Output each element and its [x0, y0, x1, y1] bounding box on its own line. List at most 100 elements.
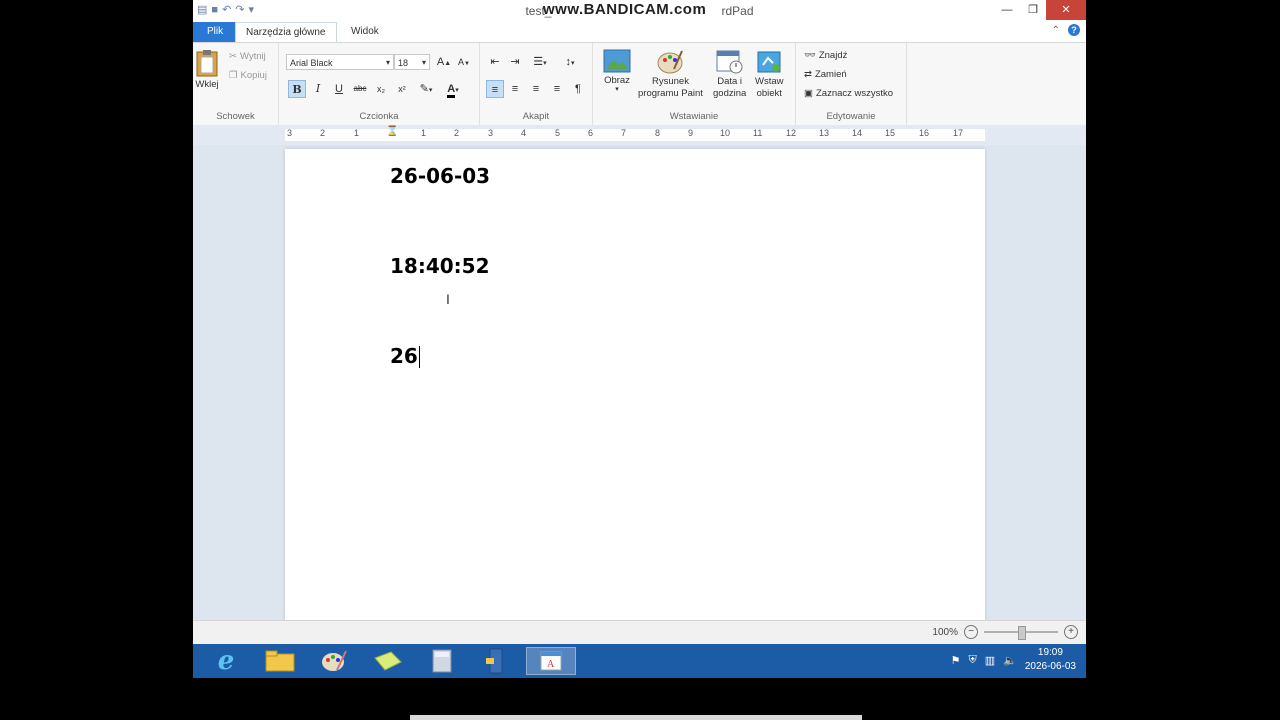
paste-button[interactable]: Wklej — [195, 49, 219, 90]
line-spacing-icon[interactable]: ↕▾ — [558, 53, 582, 71]
tab-view[interactable]: Widok — [341, 22, 389, 42]
binoculars-icon: 👓 — [804, 50, 816, 61]
video-progress-strip — [410, 715, 862, 720]
clipboard-group-label: Schowek — [216, 111, 255, 122]
zoom-level: 100% — [932, 626, 958, 638]
insert-picture-button[interactable]: Obraz ▾ — [603, 49, 631, 93]
ibeam-cursor-icon: I — [446, 291, 450, 307]
font-family-select[interactable]: Arial Black ▾ — [286, 54, 394, 70]
insert-object-button[interactable]: Wstaw obiekt — [755, 49, 784, 99]
bullets-icon[interactable]: ☰▾ — [528, 53, 552, 71]
insert-group: Obraz ▾ Rysunek programu Paint Data i go… — [593, 43, 796, 125]
chevron-down-icon: ▾ — [421, 58, 426, 67]
chevron-down-icon: ▾ — [615, 86, 619, 93]
help-icon[interactable]: ? — [1068, 24, 1080, 36]
grow-font-icon[interactable]: A▲ — [435, 53, 453, 71]
ruler-tick: 14 — [852, 128, 863, 138]
find-label: Znajdź — [818, 50, 848, 61]
highlight-color-icon[interactable]: ✎▾ — [414, 80, 438, 98]
zoom-slider[interactable] — [984, 626, 1058, 640]
find-button[interactable]: 👓 Znajdź — [804, 50, 847, 61]
taskbar: e A ⚑ ⛨ ▥ 🔈 19:09 2026-06-03 — [193, 644, 1086, 678]
align-right-icon[interactable]: ≡ — [527, 80, 545, 98]
replace-button[interactable]: ⇄ Zamień — [804, 69, 847, 80]
ruler-tick: 2 — [320, 128, 326, 138]
indent-marker-icon[interactable]: ⌛ — [386, 126, 398, 137]
system-tray: ⚑ ⛨ ▥ 🔈 19:09 2026-06-03 — [951, 646, 1076, 674]
sticky-notes-icon[interactable] — [363, 647, 413, 675]
insert-paint-drawing-button[interactable]: Rysunek programu Paint — [638, 49, 703, 99]
ruler-tick: 9 — [688, 128, 694, 138]
clock[interactable]: 19:09 2026-06-03 — [1025, 646, 1076, 674]
document-line[interactable]: 26 — [390, 344, 418, 368]
volume-icon[interactable]: 🔈 — [1003, 654, 1017, 667]
security-icon[interactable]: ⛨ — [968, 654, 976, 667]
italic-button[interactable]: I — [309, 80, 327, 98]
ruler-bar[interactable]: 3 2 1 ⌛ 1 2 3 4 5 6 7 8 9 10 11 12 13 14… — [285, 126, 985, 141]
ruler-tick: 3 — [488, 128, 494, 138]
clipboard-group: Wklej ✂ Wytnij ❐ Kopiuj Schowek — [193, 43, 279, 125]
copy-button[interactable]: ❐ Kopiuj — [229, 70, 267, 81]
document-page[interactable]: 26-06-03 18:40:52 26 I — [285, 149, 985, 629]
paragraph-group-label: Akapit — [522, 111, 550, 122]
cut-button[interactable]: ✂ Wytnij — [229, 51, 266, 62]
close-button[interactable]: ✕ — [1046, 0, 1086, 20]
paragraph-settings-icon[interactable]: ¶ — [569, 80, 587, 98]
calculator-icon[interactable] — [417, 647, 467, 675]
insert-datetime-button[interactable]: Data i godzina — [713, 49, 746, 99]
align-left-icon[interactable]: ≡ — [486, 80, 504, 98]
ruler-tick: 5 — [555, 128, 561, 138]
ruler-tick: 1 — [421, 128, 427, 138]
replace-icon: ⇄ — [804, 69, 812, 80]
remote-desktop-icon[interactable] — [471, 647, 521, 675]
align-center-icon[interactable]: ≡ — [506, 80, 524, 98]
ribbon: Wklej ✂ Wytnij ❐ Kopiuj Schowek Arial Bl… — [193, 42, 1086, 126]
ruler-tick: 1 — [354, 128, 360, 138]
font-size-select[interactable]: 18 ▾ — [394, 54, 430, 70]
scissors-icon: ✂ — [229, 51, 237, 62]
object-label-1: Wstaw — [755, 76, 784, 87]
bold-button[interactable]: B — [288, 80, 306, 98]
decrease-indent-icon[interactable]: ⇤ — [486, 53, 504, 71]
tab-file[interactable]: Plik — [193, 22, 238, 42]
subscript-button[interactable]: x₂ — [372, 80, 390, 98]
strikethrough-button[interactable]: abc — [351, 80, 369, 98]
network-icon[interactable]: ▥ — [985, 654, 995, 667]
bandicam-watermark: www.BANDICAM.com — [543, 1, 707, 18]
underline-button[interactable]: U — [330, 80, 348, 98]
minimize-button[interactable]: — — [994, 0, 1020, 20]
file-explorer-icon[interactable] — [255, 647, 305, 675]
document-line[interactable]: 18:40:52 — [390, 254, 490, 278]
paste-label: Wklej — [195, 79, 219, 90]
superscript-button[interactable]: x² — [393, 80, 411, 98]
wordpad-taskbar-icon[interactable]: A — [526, 647, 576, 675]
zoom-in-button[interactable]: + — [1064, 625, 1078, 639]
paint-palette-icon — [657, 50, 684, 74]
restore-button[interactable]: ❐ — [1020, 0, 1046, 20]
calendar-clock-icon — [716, 50, 743, 74]
shrink-font-icon[interactable]: A▼ — [455, 53, 473, 71]
select-all-button[interactable]: ▣ Zaznacz wszystko — [804, 88, 893, 99]
font-group-label: Czcionka — [359, 111, 399, 122]
document-line[interactable]: 26-06-03 — [390, 164, 490, 188]
ruler-tick: 12 — [786, 128, 797, 138]
font-group: Arial Black ▾ 18 ▾ A▲ A▼ B I U abc x₂ x²… — [279, 43, 480, 125]
internet-explorer-icon[interactable]: e — [201, 646, 251, 676]
copy-label: Kopiuj — [240, 70, 267, 81]
increase-indent-icon[interactable]: ⇥ — [506, 53, 524, 71]
action-center-icon[interactable]: ⚑ — [951, 654, 961, 667]
ruler-tick: 17 — [953, 128, 964, 138]
paint-icon[interactable] — [309, 647, 359, 675]
zoom-out-button[interactable]: − — [964, 625, 978, 639]
font-color-icon[interactable]: A▾ — [441, 80, 465, 98]
justify-icon[interactable]: ≡ — [548, 80, 566, 98]
ribbon-tabs: Plik Narzędzia główne Widok ⌃ ? — [193, 22, 1086, 42]
tab-home[interactable]: Narzędzia główne — [235, 22, 337, 42]
status-bar: 100% − + — [193, 620, 1086, 645]
title-right: rdPad — [721, 4, 754, 18]
svg-text:A: A — [547, 659, 555, 670]
zoom-slider-thumb[interactable] — [1018, 626, 1026, 640]
document-workspace: 26-06-03 18:40:52 26 I — [193, 145, 1086, 629]
ruler-tick: 6 — [588, 128, 594, 138]
collapse-ribbon-icon[interactable]: ⌃ — [1052, 25, 1060, 36]
